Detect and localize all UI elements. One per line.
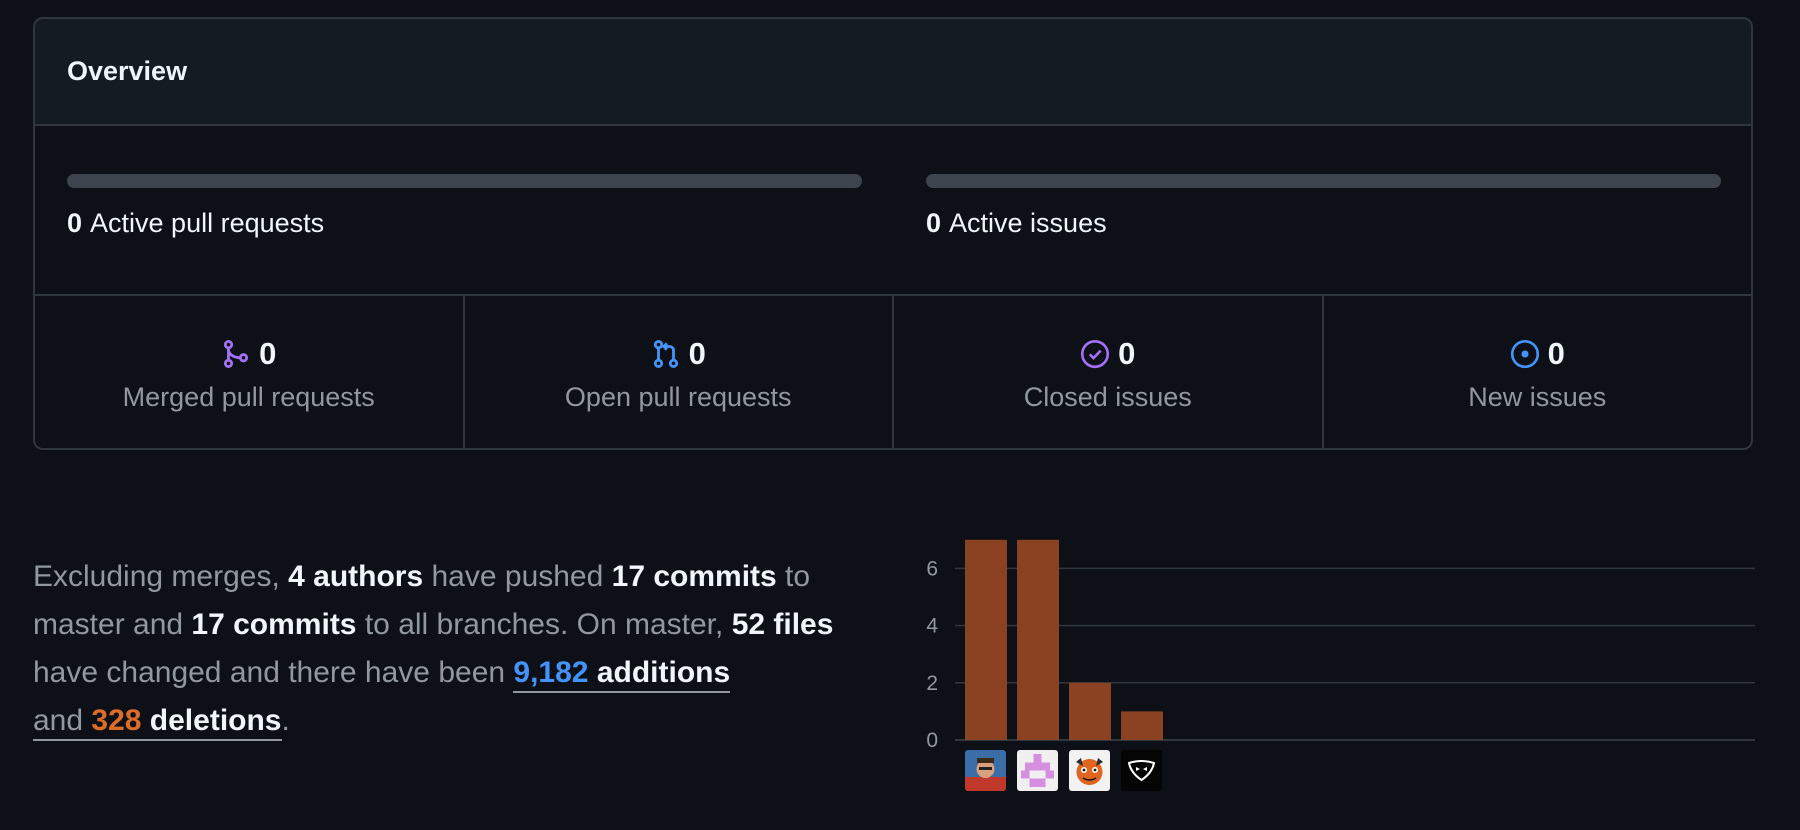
- overview-panel: Overview 0 Active pull requests 0 Active i…: [33, 17, 1753, 450]
- pull-requests-summary[interactable]: 0 Active pull requests: [67, 174, 862, 239]
- y-tick-label: 4: [926, 615, 938, 638]
- overview-stats: 0 Merged pull requests 0 Open pull reque…: [35, 296, 1752, 448]
- active-issues-count: 0: [926, 208, 942, 238]
- author-avatar-4[interactable]: [1121, 750, 1162, 791]
- closed-issue-icon: [1081, 339, 1110, 369]
- active-pull-requests-count: 0: [67, 208, 83, 238]
- author-avatar-2[interactable]: [1017, 750, 1058, 791]
- stat-new-issues[interactable]: 0 New issues: [1324, 296, 1752, 448]
- avatar-photo-icon: [965, 750, 1006, 791]
- open-pull-requests-count: 0: [688, 336, 706, 371]
- author-avatars: [965, 750, 1162, 791]
- chart-bar[interactable]: [1017, 539, 1059, 740]
- y-tick-label: 2: [926, 672, 938, 695]
- identicon-icon: [1017, 750, 1058, 791]
- open-pr-icon: [653, 340, 678, 368]
- commit-summary: Excluding merges, 4 authors have pushed …: [33, 553, 888, 745]
- new-issue-icon: [1510, 339, 1539, 369]
- author-avatar-1[interactable]: [965, 750, 1006, 791]
- additions-count: 9,182: [513, 656, 589, 689]
- y-tick-label: 6: [926, 557, 938, 580]
- overview-title: Overview: [35, 19, 1751, 126]
- active-issues-label: Active issues: [949, 208, 1107, 238]
- chart-bar[interactable]: [965, 539, 1007, 740]
- author-avatar-3[interactable]: [1069, 750, 1110, 791]
- commits-master-count: 17 commits: [611, 560, 777, 593]
- stat-open-pull-requests[interactable]: 0 Open pull requests: [465, 296, 894, 448]
- y-tick-label: 0: [926, 729, 938, 750]
- closed-issues-label: Closed issues: [1023, 382, 1192, 412]
- additions-word: additions: [596, 656, 731, 689]
- merged-pull-requests-label: Merged pull requests: [122, 382, 375, 412]
- deletions-count: 328: [91, 704, 142, 737]
- activity-bars: 0 Active pull requests 0 Active issues: [35, 126, 1751, 296]
- stat-closed-issues[interactable]: 0 Closed issues: [894, 296, 1324, 448]
- open-pull-requests-label: Open pull requests: [564, 382, 792, 412]
- deletions-word: deletions: [149, 704, 282, 737]
- authors-count: 4 authors: [288, 560, 424, 593]
- active-pull-requests-label: Active pull requests: [90, 208, 325, 238]
- chart-svg: 0 2 4 6: [926, 539, 1755, 752]
- avatar-logo-icon: [1121, 750, 1162, 791]
- chart-bar[interactable]: [1121, 711, 1163, 740]
- files-changed-count: 52 files: [731, 608, 834, 641]
- chart-bar[interactable]: [1069, 682, 1111, 740]
- new-issues-count: 0: [1547, 336, 1565, 371]
- issues-summary[interactable]: 0 Active issues: [926, 174, 1721, 239]
- additions-link[interactable]: 9,182 additions: [513, 656, 731, 693]
- commits-all-count: 17 commits: [191, 608, 357, 641]
- pull-requests-progress-bar: [67, 174, 862, 188]
- issues-progress-bar: [926, 174, 1721, 188]
- merged-pr-icon: [224, 340, 249, 368]
- new-issues-label: New issues: [1468, 382, 1607, 412]
- stat-merged-pull-requests[interactable]: 0 Merged pull requests: [35, 296, 465, 448]
- avatar-creature-icon: [1069, 750, 1110, 791]
- deletions-link[interactable]: and 328 deletions: [33, 704, 282, 741]
- closed-issues-count: 0: [1118, 336, 1136, 371]
- merged-pull-requests-count: 0: [259, 336, 277, 371]
